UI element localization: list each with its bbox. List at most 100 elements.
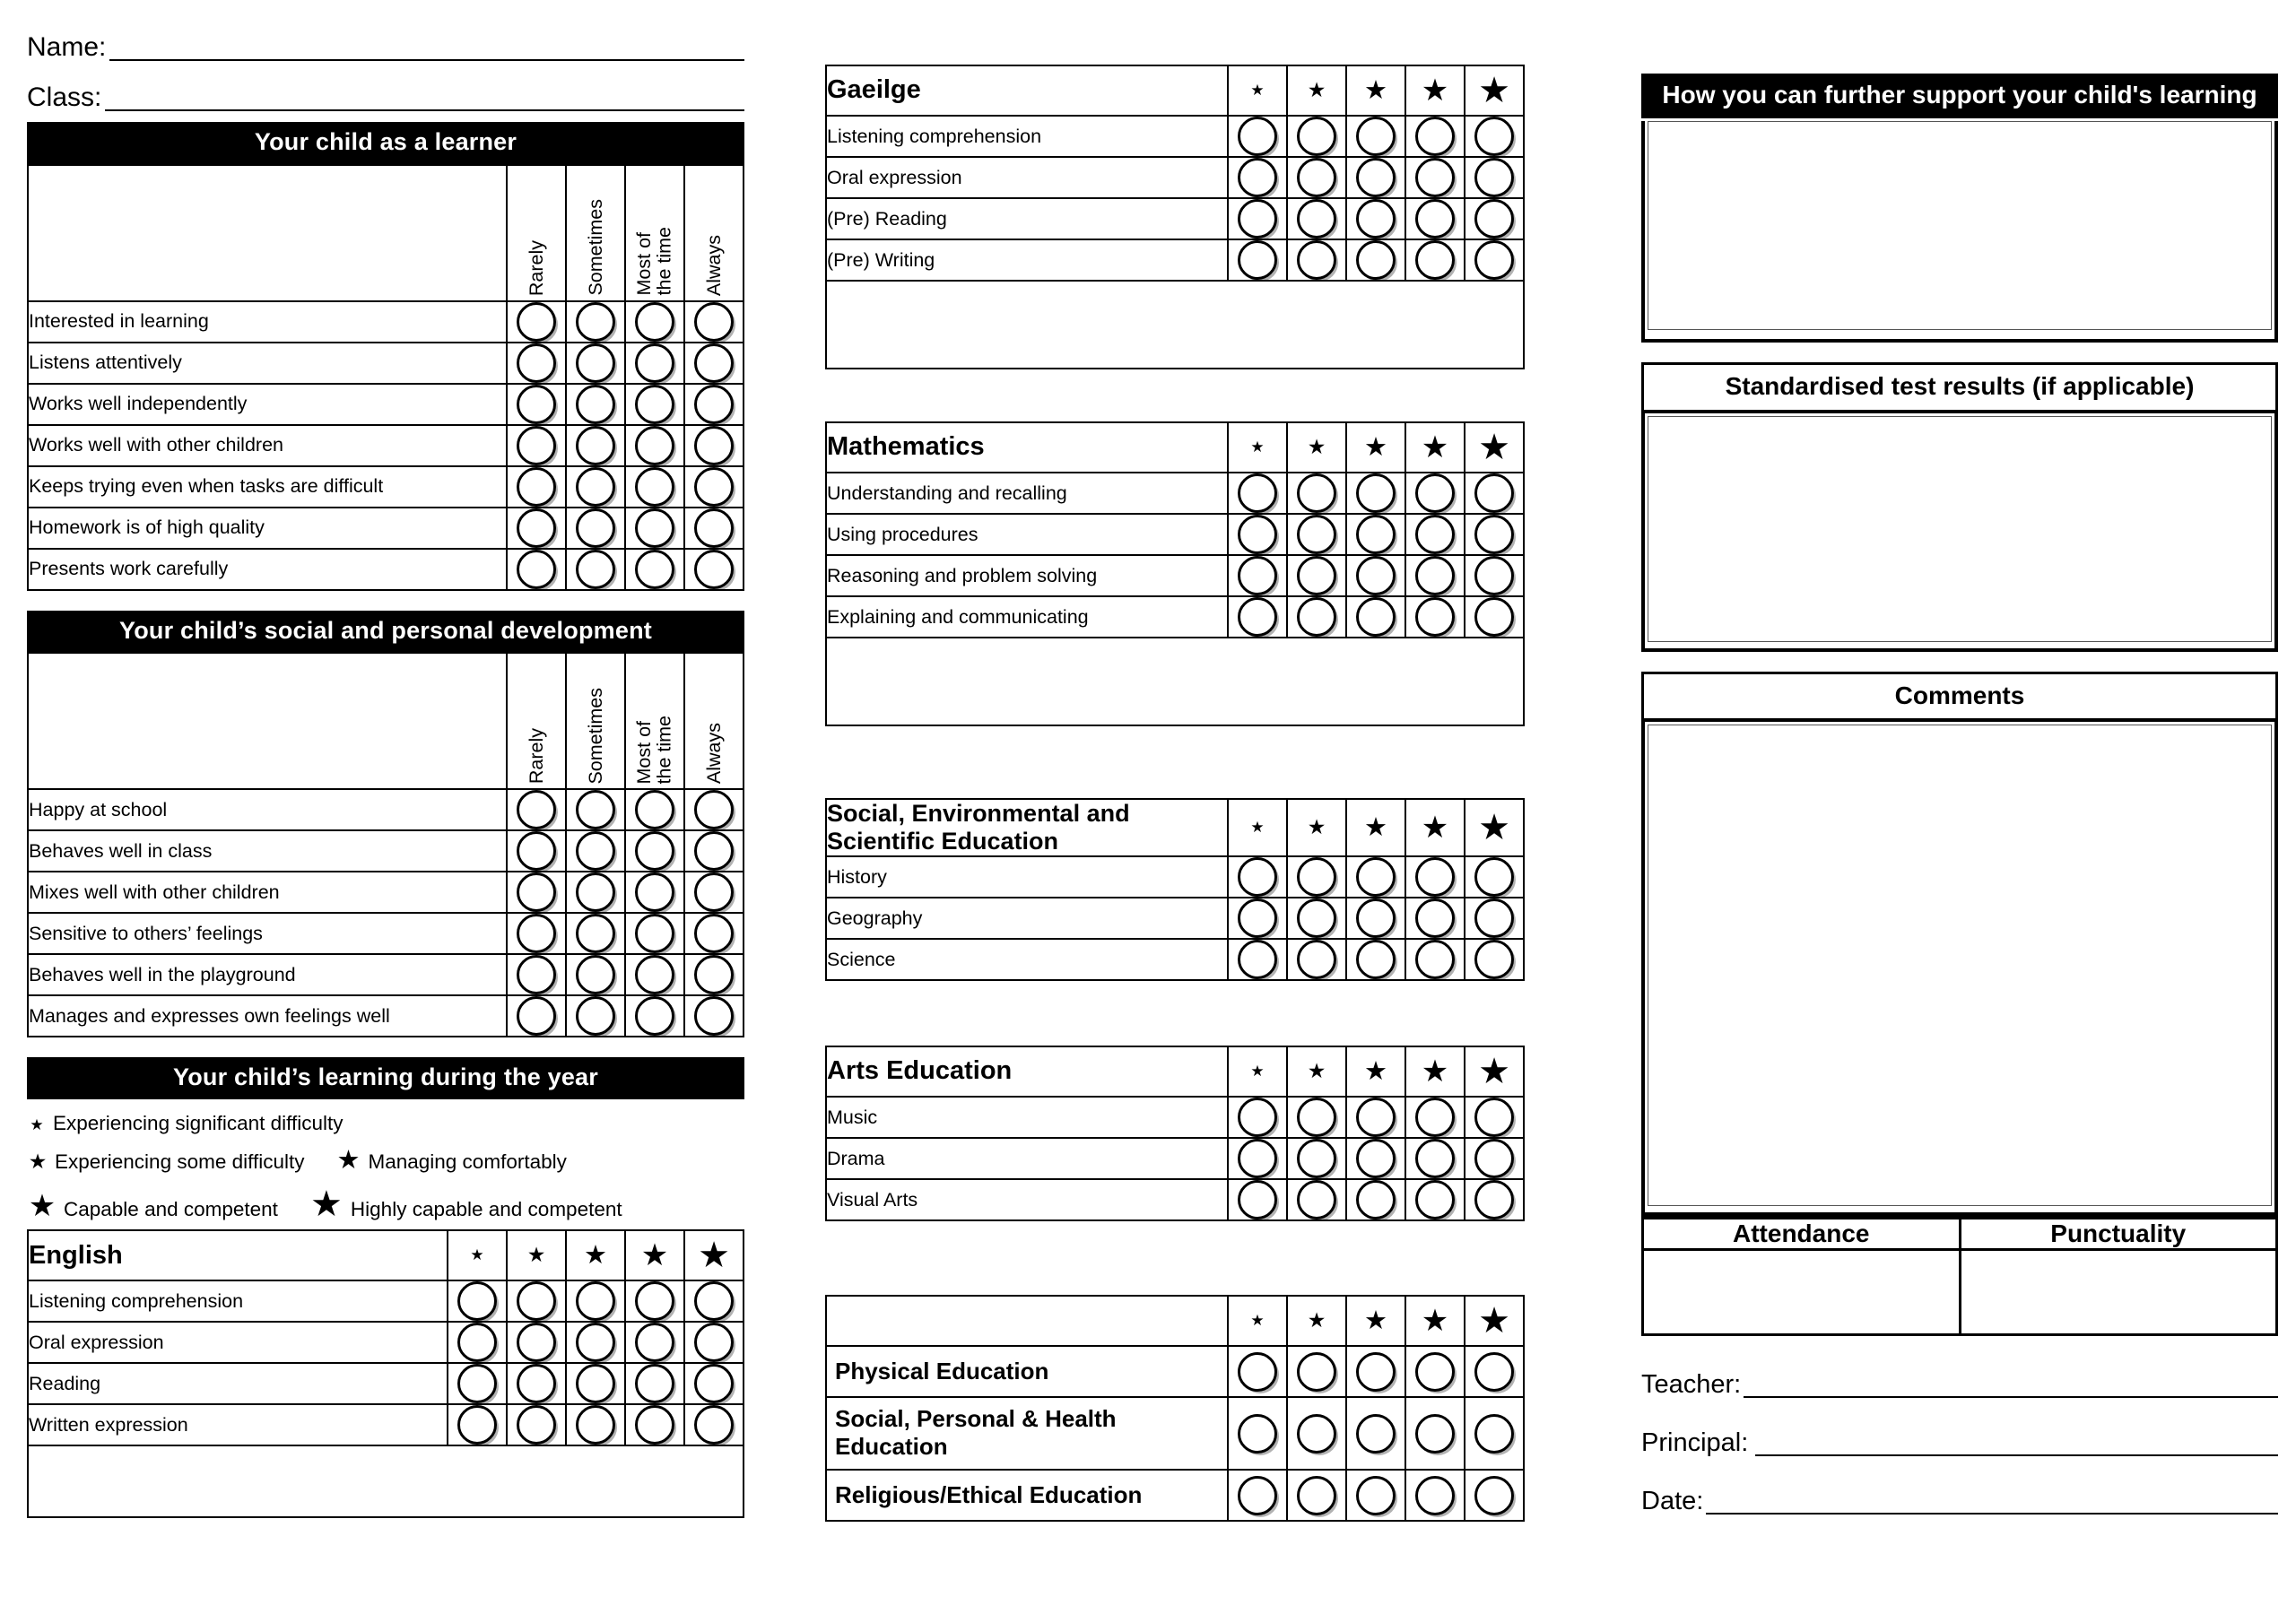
rating-bubble-icon[interactable]	[1297, 1139, 1336, 1179]
rating-bubble-icon[interactable]	[1297, 1475, 1336, 1515]
rating-cell[interactable]	[447, 1362, 508, 1406]
rating-bubble-icon[interactable]	[1356, 1413, 1396, 1454]
rating-bubble-icon[interactable]	[576, 914, 615, 954]
rating-bubble-icon[interactable]	[1474, 597, 1514, 637]
rating-bubble-icon[interactable]	[1474, 1351, 1514, 1392]
rating-bubble-icon[interactable]	[1238, 857, 1277, 898]
rating-bubble-icon[interactable]	[1238, 940, 1277, 980]
rating-bubble-icon[interactable]	[576, 425, 615, 465]
rating-bubble-icon[interactable]	[1238, 1098, 1277, 1138]
rating-bubble-icon[interactable]	[457, 1364, 497, 1404]
rating-cell[interactable]	[1405, 1178, 1465, 1222]
standardised-writing-area[interactable]	[1648, 415, 2272, 642]
rating-bubble-icon[interactable]	[635, 996, 674, 1037]
rating-cell[interactable]	[565, 1362, 626, 1406]
rating-cell[interactable]	[1405, 554, 1465, 597]
rating-bubble-icon[interactable]	[1238, 117, 1277, 156]
rating-cell[interactable]	[1405, 513, 1465, 556]
rating-bubble-icon[interactable]	[576, 955, 615, 995]
rating-cell[interactable]	[624, 912, 685, 956]
rating-cell[interactable]	[683, 382, 744, 426]
rating-bubble-icon[interactable]	[517, 466, 556, 507]
rating-bubble-icon[interactable]	[694, 914, 734, 954]
rating-cell[interactable]	[506, 547, 567, 591]
rating-cell[interactable]	[506, 871, 567, 915]
rating-bubble-icon[interactable]	[1238, 473, 1277, 513]
rating-cell[interactable]	[565, 829, 626, 873]
rating-bubble-icon[interactable]	[1356, 1098, 1396, 1138]
rating-cell[interactable]	[624, 953, 685, 997]
rating-cell[interactable]	[683, 547, 744, 591]
rating-bubble-icon[interactable]	[1415, 1475, 1455, 1515]
rating-bubble-icon[interactable]	[1297, 117, 1336, 156]
rating-cell[interactable]	[506, 423, 567, 467]
rating-cell[interactable]	[1405, 855, 1465, 899]
teacher-signature-line[interactable]	[1744, 1375, 2278, 1399]
rating-cell[interactable]	[683, 1362, 744, 1406]
rating-cell[interactable]	[506, 464, 567, 508]
rating-cell[interactable]	[1405, 897, 1465, 941]
rating-bubble-icon[interactable]	[1415, 199, 1455, 239]
comments-box[interactable]	[1641, 718, 2278, 1217]
rating-bubble-icon[interactable]	[1474, 199, 1514, 239]
rating-cell[interactable]	[506, 1321, 567, 1365]
rating-cell[interactable]	[1405, 239, 1465, 282]
rating-bubble-icon[interactable]	[1415, 1351, 1455, 1392]
rating-cell[interactable]	[565, 953, 626, 997]
rating-cell[interactable]	[624, 547, 685, 591]
rating-bubble-icon[interactable]	[517, 831, 556, 872]
date-input-line[interactable]	[1706, 1491, 2278, 1515]
rating-bubble-icon[interactable]	[1297, 556, 1336, 595]
rating-bubble-icon[interactable]	[1238, 556, 1277, 595]
rating-cell[interactable]	[1345, 1345, 1406, 1399]
rating-cell[interactable]	[1286, 938, 1347, 982]
rating-cell[interactable]	[683, 912, 744, 956]
rating-bubble-icon[interactable]	[1356, 597, 1396, 637]
rating-bubble-icon[interactable]	[1415, 597, 1455, 637]
rating-cell[interactable]	[1286, 1345, 1347, 1399]
rating-cell[interactable]	[1464, 115, 1525, 158]
rating-bubble-icon[interactable]	[1356, 1475, 1396, 1515]
rating-bubble-icon[interactable]	[1474, 240, 1514, 280]
rating-bubble-icon[interactable]	[517, 301, 556, 342]
rating-bubble-icon[interactable]	[694, 996, 734, 1037]
support-box[interactable]	[1641, 120, 2278, 343]
rating-cell[interactable]	[565, 788, 626, 832]
rating-cell[interactable]	[1405, 1096, 1465, 1140]
rating-bubble-icon[interactable]	[576, 831, 615, 872]
rating-bubble-icon[interactable]	[576, 549, 615, 589]
rating-cell[interactable]	[624, 1280, 685, 1324]
rating-bubble-icon[interactable]	[635, 1405, 674, 1445]
rating-cell[interactable]	[1345, 1396, 1406, 1471]
rating-bubble-icon[interactable]	[1356, 158, 1396, 197]
rating-cell[interactable]	[683, 1321, 744, 1365]
rating-bubble-icon[interactable]	[635, 872, 674, 913]
rating-bubble-icon[interactable]	[1415, 1180, 1455, 1220]
rating-cell[interactable]	[565, 1280, 626, 1324]
rating-cell[interactable]	[1345, 115, 1406, 158]
rating-cell[interactable]	[506, 829, 567, 873]
rating-cell[interactable]	[624, 299, 685, 343]
rating-cell[interactable]	[683, 423, 744, 467]
rating-cell[interactable]	[683, 341, 744, 385]
rating-cell[interactable]	[1227, 1396, 1288, 1471]
rating-bubble-icon[interactable]	[576, 872, 615, 913]
rating-bubble-icon[interactable]	[1356, 898, 1396, 939]
rating-bubble-icon[interactable]	[457, 1323, 497, 1363]
rating-cell[interactable]	[1286, 1096, 1347, 1140]
rating-bubble-icon[interactable]	[1238, 199, 1277, 239]
rating-cell[interactable]	[1227, 897, 1288, 941]
rating-bubble-icon[interactable]	[635, 831, 674, 872]
rating-bubble-icon[interactable]	[1415, 940, 1455, 980]
rating-cell[interactable]	[1464, 197, 1525, 240]
rating-bubble-icon[interactable]	[576, 343, 615, 383]
rating-bubble-icon[interactable]	[635, 790, 674, 830]
rating-cell[interactable]	[1227, 197, 1288, 240]
rating-bubble-icon[interactable]	[635, 508, 674, 548]
rating-cell[interactable]	[624, 829, 685, 873]
rating-bubble-icon[interactable]	[1415, 117, 1455, 156]
rating-bubble-icon[interactable]	[576, 1323, 615, 1363]
support-writing-area[interactable]	[1648, 120, 2272, 330]
rating-bubble-icon[interactable]	[694, 872, 734, 913]
rating-cell[interactable]	[1286, 855, 1347, 899]
